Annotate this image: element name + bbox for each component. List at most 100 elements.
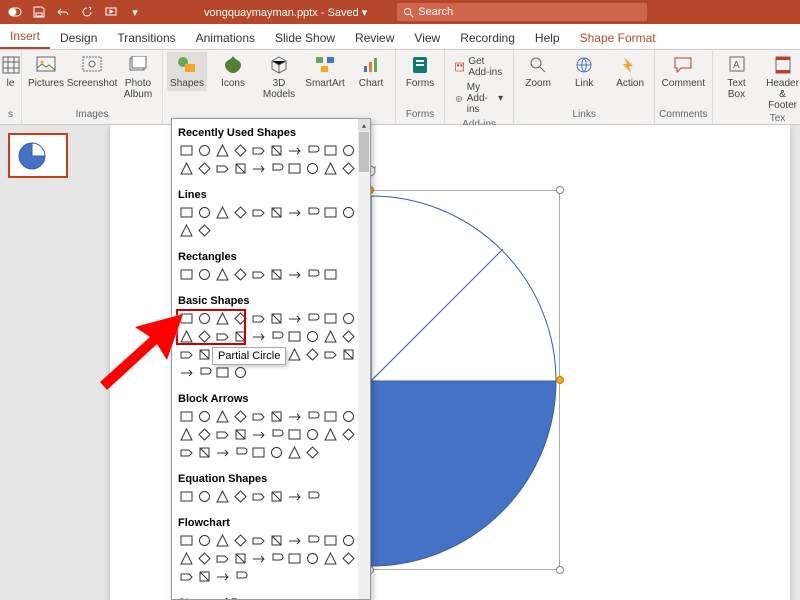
shape-option[interactable]: [322, 426, 339, 443]
shape-option[interactable]: [250, 266, 267, 283]
3d-models-button[interactable]: 3D Models: [259, 52, 299, 102]
shape-option[interactable]: [268, 532, 285, 549]
shape-option[interactable]: [232, 532, 249, 549]
shape-option[interactable]: [322, 550, 339, 567]
shape-option[interactable]: [232, 426, 249, 443]
shape-option[interactable]: [214, 160, 231, 177]
shape-option[interactable]: [232, 160, 249, 177]
shape-option[interactable]: [214, 444, 231, 461]
shape-option[interactable]: [304, 160, 321, 177]
shape-option[interactable]: [196, 222, 213, 239]
shape-option[interactable]: [304, 488, 321, 505]
shape-option[interactable]: [214, 488, 231, 505]
shape-option[interactable]: [268, 204, 285, 221]
chart-button[interactable]: Chart: [351, 52, 391, 91]
shape-option[interactable]: [340, 550, 357, 567]
header-footer-button[interactable]: Header & Footer: [763, 52, 800, 113]
shape-option[interactable]: [196, 160, 213, 177]
shape-option[interactable]: [178, 408, 195, 425]
shape-option[interactable]: [322, 408, 339, 425]
action-button[interactable]: Action: [610, 52, 650, 91]
shape-option[interactable]: [250, 310, 267, 327]
shape-option[interactable]: [286, 550, 303, 567]
shape-option[interactable]: [304, 532, 321, 549]
shape-option[interactable]: [340, 328, 357, 345]
shape-option[interactable]: [250, 408, 267, 425]
shape-option[interactable]: [214, 426, 231, 443]
photo-album-button[interactable]: Photo Album: [118, 52, 158, 102]
tab-help[interactable]: Help: [525, 27, 570, 49]
tab-recording[interactable]: Recording: [450, 27, 525, 49]
shape-option[interactable]: [214, 204, 231, 221]
shape-option[interactable]: [250, 160, 267, 177]
shape-option[interactable]: [232, 142, 249, 159]
shape-option[interactable]: [196, 408, 213, 425]
shape-option[interactable]: [250, 328, 267, 345]
smartart-button[interactable]: SmartArt: [305, 52, 345, 91]
shape-option[interactable]: [340, 346, 357, 363]
shape-option[interactable]: [304, 142, 321, 159]
shape-option[interactable]: [178, 550, 195, 567]
shape-option[interactable]: [232, 550, 249, 567]
shape-option[interactable]: [286, 426, 303, 443]
resize-handle[interactable]: [556, 566, 564, 574]
slide-thumbnail-1[interactable]: [8, 133, 68, 178]
shape-option[interactable]: [322, 142, 339, 159]
tab-insert[interactable]: Insert: [0, 25, 50, 49]
shape-option[interactable]: [178, 426, 195, 443]
shape-option[interactable]: [304, 310, 321, 327]
shape-option[interactable]: [322, 532, 339, 549]
shape-option[interactable]: [178, 142, 195, 159]
shape-option[interactable]: [196, 532, 213, 549]
adjust-handle[interactable]: [556, 376, 564, 384]
shape-option[interactable]: [304, 204, 321, 221]
shape-option[interactable]: [196, 266, 213, 283]
autosave-toggle[interactable]: [6, 3, 24, 21]
shape-option[interactable]: [322, 310, 339, 327]
shapes-button[interactable]: Shapes: [167, 52, 207, 91]
shape-option[interactable]: [268, 266, 285, 283]
shape-option[interactable]: [268, 160, 285, 177]
tab-transitions[interactable]: Transitions: [107, 27, 185, 49]
tab-slide-show[interactable]: Slide Show: [265, 27, 345, 49]
forms-button[interactable]: Forms: [400, 52, 440, 91]
undo-icon[interactable]: [54, 3, 72, 21]
redo-icon[interactable]: [78, 3, 96, 21]
search-input[interactable]: Search: [397, 3, 647, 21]
shape-option[interactable]: [268, 426, 285, 443]
save-icon[interactable]: [30, 3, 48, 21]
shape-option[interactable]: [304, 346, 321, 363]
my-addins-button[interactable]: My Add-ins ▾: [455, 82, 503, 115]
shape-option[interactable]: [250, 444, 267, 461]
shape-option[interactable]: [304, 408, 321, 425]
shape-option[interactable]: [340, 310, 357, 327]
shape-option[interactable]: [178, 222, 195, 239]
shape-option[interactable]: [232, 364, 249, 381]
shape-option[interactable]: [268, 444, 285, 461]
shape-option[interactable]: [286, 328, 303, 345]
shape-option[interactable]: [232, 408, 249, 425]
pictures-button[interactable]: Pictures: [26, 52, 66, 91]
shape-option[interactable]: [196, 364, 213, 381]
shape-option[interactable]: [214, 408, 231, 425]
from-beginning-icon[interactable]: [102, 3, 120, 21]
shape-option[interactable]: [322, 204, 339, 221]
zoom-button[interactable]: Zoom: [518, 52, 558, 91]
shape-option[interactable]: [196, 426, 213, 443]
shape-option[interactable]: [304, 266, 321, 283]
shape-option[interactable]: [340, 426, 357, 443]
shape-option[interactable]: [196, 568, 213, 585]
shape-option[interactable]: [286, 142, 303, 159]
shape-option[interactable]: [214, 568, 231, 585]
shape-option[interactable]: [178, 568, 195, 585]
shape-option[interactable]: [304, 426, 321, 443]
icons-button[interactable]: Icons: [213, 52, 253, 91]
shape-option[interactable]: [286, 204, 303, 221]
shape-option[interactable]: [340, 204, 357, 221]
shape-option[interactable]: [178, 204, 195, 221]
shape-option[interactable]: [304, 328, 321, 345]
shape-option[interactable]: [268, 408, 285, 425]
shape-option[interactable]: [268, 550, 285, 567]
shape-option[interactable]: [340, 142, 357, 159]
tab-animations[interactable]: Animations: [186, 27, 265, 49]
